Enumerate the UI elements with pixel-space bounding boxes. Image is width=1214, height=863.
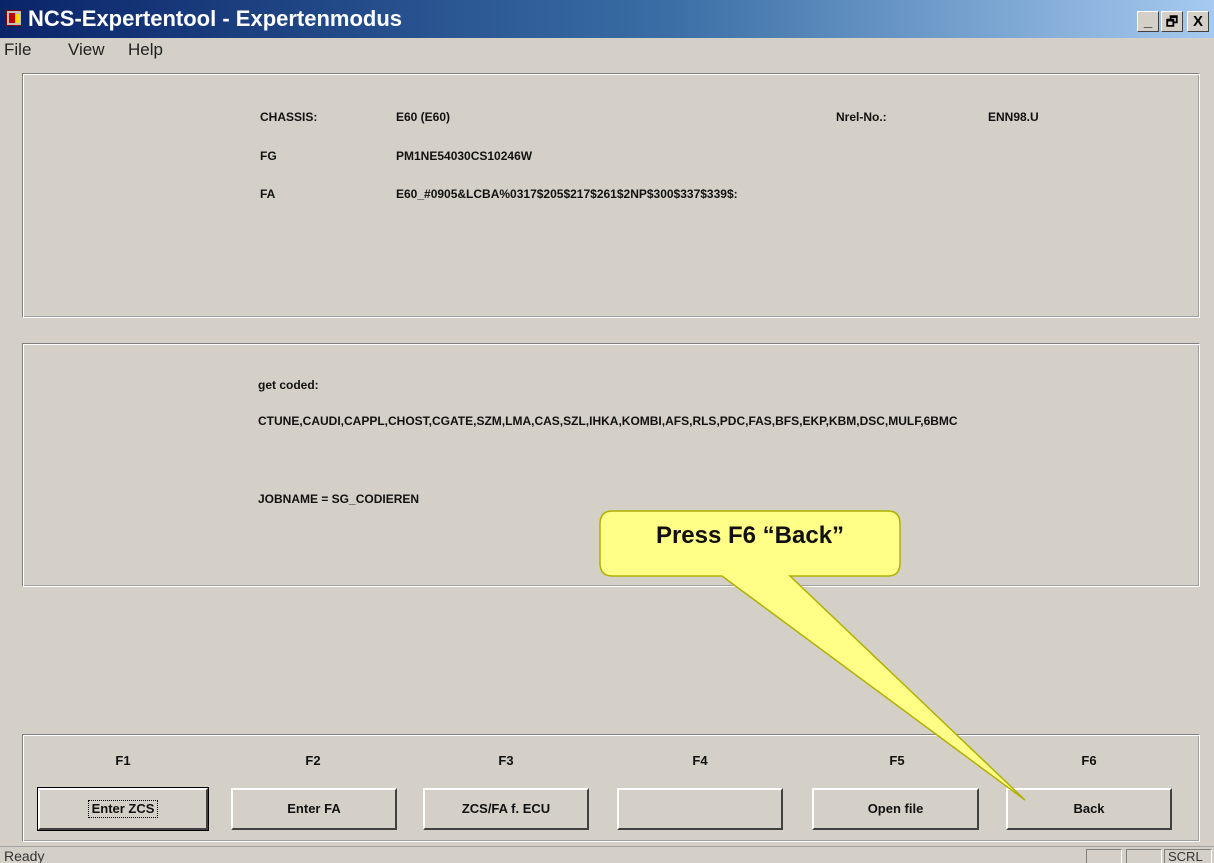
- chassis-label: CHASSIS:: [260, 110, 318, 124]
- f4-key-label: F4: [692, 753, 708, 768]
- restore-button[interactable]: 🗗: [1161, 11, 1183, 32]
- chassis-value: E60 (E60): [396, 110, 451, 124]
- nrel-label: Nrel-No.:: [836, 110, 887, 124]
- f6-key-label: F6: [1081, 753, 1097, 768]
- status-indicator-blank: [1086, 849, 1122, 863]
- zcs-fa-ecu-label: ZCS/FA f. ECU: [461, 801, 551, 816]
- fa-label: FA: [260, 187, 276, 201]
- f3-key-label: F3: [498, 753, 514, 768]
- f2-key-label: F2: [305, 753, 321, 768]
- open-file-button[interactable]: Open file: [812, 788, 979, 830]
- f1-key-label: F1: [115, 753, 131, 768]
- callout-text: Press F6 “Back”: [655, 522, 845, 549]
- minimize-button[interactable]: _: [1137, 11, 1159, 32]
- f4-button[interactable]: [617, 788, 783, 830]
- close-button[interactable]: X: [1187, 11, 1209, 32]
- zcs-fa-ecu-button[interactable]: ZCS/FA f. ECU: [423, 788, 589, 830]
- menu-file[interactable]: File: [4, 40, 31, 60]
- title-bar[interactable]: NCS-Expertentool - Expertenmodus _ 🗗 X: [0, 0, 1214, 38]
- enter-fa-label: Enter FA: [287, 801, 341, 816]
- window-title: NCS-Expertentool - Expertenmodus: [28, 6, 403, 31]
- f5-key-label: F5: [889, 753, 905, 768]
- get-coded-label: get coded:: [258, 378, 319, 392]
- fg-value: PM1NE54030CS10246W: [396, 149, 533, 163]
- modules-list: CTUNE,CAUDI,CAPPL,CHOST,CGATE,SZM,LMA,CA…: [258, 414, 958, 428]
- nrel-value: ENN98.U: [988, 110, 1039, 124]
- enter-fa-button[interactable]: Enter FA: [231, 788, 397, 830]
- jobname-text: JOBNAME = SG_CODIEREN: [258, 492, 420, 506]
- fg-label: FG: [260, 149, 277, 163]
- status-indicator-blank-2: [1126, 849, 1162, 863]
- status-text: Ready: [4, 848, 45, 863]
- menu-bar: File View Help: [0, 38, 1214, 62]
- enter-zcs-button[interactable]: Enter ZCS: [37, 787, 209, 831]
- fa-value: E60_#0905&LCBA%0317$205$217$261$2NP$300$…: [396, 187, 738, 201]
- status-bar: Ready SCRL: [0, 846, 1214, 863]
- menu-help[interactable]: Help: [128, 40, 163, 60]
- back-button[interactable]: Back: [1006, 788, 1172, 830]
- app-icon[interactable]: [6, 10, 22, 26]
- menu-view[interactable]: View: [68, 40, 105, 60]
- job-panel: [22, 343, 1200, 587]
- back-label: Back: [1073, 801, 1105, 816]
- scroll-lock-indicator: SCRL: [1164, 849, 1212, 863]
- open-file-label: Open file: [867, 801, 924, 816]
- enter-zcs-label: Enter ZCS: [87, 800, 159, 818]
